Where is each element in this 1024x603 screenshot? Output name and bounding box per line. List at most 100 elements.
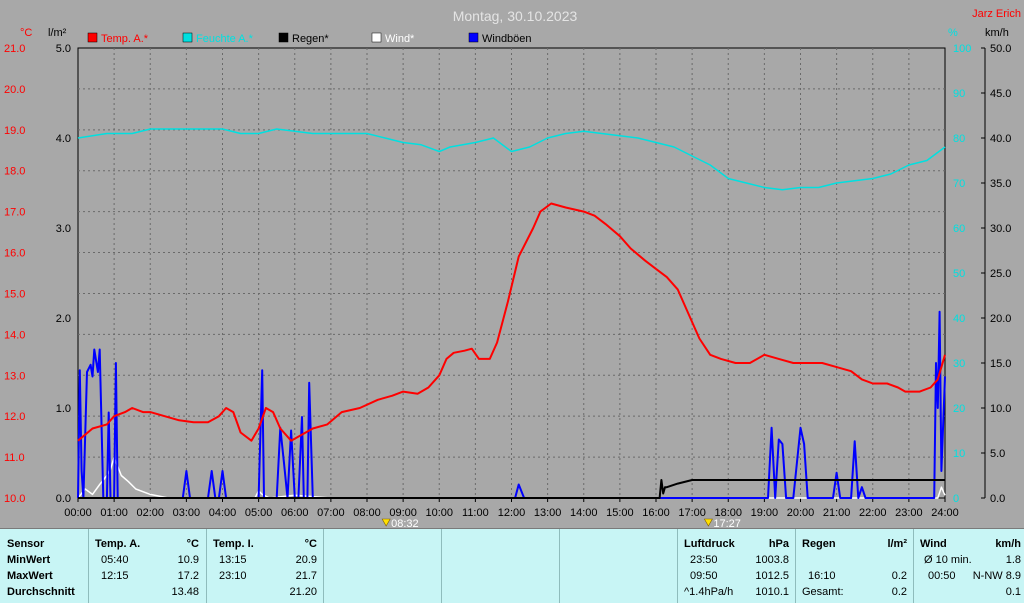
chart-title: Montag, 30.10.2023 xyxy=(453,8,578,24)
x-tick-label: 07:00 xyxy=(317,507,345,519)
wind-max-value: N-NW 8.9 xyxy=(972,570,1021,582)
temp-axis-label: 13.0 xyxy=(4,370,25,382)
x-tick-label: 24:00 xyxy=(931,507,959,519)
temp-axis-label: 10.0 xyxy=(4,493,25,505)
temp-axis-label: 18.0 xyxy=(4,166,25,178)
pressure-max-time: 09:50 xyxy=(690,570,718,582)
x-tick-label: 00:00 xyxy=(64,507,92,519)
table-divider xyxy=(559,529,560,603)
temp-axis-label: 19.0 xyxy=(4,125,25,137)
pressure-trend: ^1.4hPa/h xyxy=(684,586,734,598)
table-divider xyxy=(677,529,678,603)
pressure-unit: hPa xyxy=(768,538,789,550)
temp-axis-label: 14.0 xyxy=(4,329,25,341)
legend-swatch xyxy=(278,32,289,43)
humidity-axis-label: 100 xyxy=(953,43,971,55)
wind-axis-label: 30.0 xyxy=(990,223,1011,235)
humidity-axis-label: 10 xyxy=(953,448,965,460)
pressure-min-time: 23:50 xyxy=(690,554,718,566)
temp-i-max-time: 23:10 xyxy=(219,570,247,582)
rain-total-label: Gesamt: xyxy=(802,586,844,598)
rain-unit-label: l/m² xyxy=(48,27,67,39)
weather-chart: Montag, 30.10.2023 Jarz Erich 00:00 01:00… xyxy=(0,0,1024,528)
table-divider xyxy=(795,529,796,603)
legend-swatch xyxy=(371,32,382,43)
x-tick-label: 16:00 xyxy=(642,507,670,519)
wind-header: Wind xyxy=(920,538,947,550)
legend-swatch xyxy=(87,32,98,43)
humidity-axis-label: 30 xyxy=(953,358,965,370)
x-tick-label: 04:00 xyxy=(209,507,237,519)
wind-10min-label: Ø 10 min. xyxy=(924,554,972,566)
x-tick-label: 20:00 xyxy=(787,507,815,519)
brand-label: Jarz Erich xyxy=(972,8,1021,20)
wind-axis-label: 50.0 xyxy=(990,43,1011,55)
temp-a-avg-value: 13.48 xyxy=(171,586,199,598)
temp-axis-label: 17.0 xyxy=(4,207,25,219)
rain-header: Regen xyxy=(802,538,836,550)
pressure-max-value: 1012.5 xyxy=(755,570,789,582)
wind-axis-label: 45.0 xyxy=(990,88,1011,100)
x-tick-label: 11:00 xyxy=(462,507,489,519)
temp-a-header: Temp. A. xyxy=(95,538,141,550)
x-tick-label: 06:00 xyxy=(281,507,309,519)
x-tick-label: 22:00 xyxy=(859,507,887,519)
wind-axis-label: 0.0 xyxy=(990,493,1005,505)
rain-axis-label: 0.0 xyxy=(56,493,71,505)
row-label-min: MinWert xyxy=(7,554,51,566)
rain-axis-label: 2.0 xyxy=(56,313,71,325)
row-label-avg: Durchschnitt xyxy=(7,586,75,598)
humidity-axis-label: 70 xyxy=(953,178,965,190)
legend-label: Wind* xyxy=(385,33,415,45)
temp-a-min-value: 10.9 xyxy=(177,554,199,566)
statistics-table: Sensor MinWert MaxWert Durchschnitt Temp… xyxy=(0,528,1024,603)
table-divider xyxy=(206,529,207,603)
temp-i-header: Temp. I. xyxy=(213,538,254,550)
x-tick-label: 17:00 xyxy=(678,507,706,519)
temp-axis-label: 12.0 xyxy=(4,411,25,423)
temp-a-unit: °C xyxy=(186,538,199,550)
humidity-axis-label: 60 xyxy=(953,223,965,235)
pressure-header: Luftdruck xyxy=(684,538,735,550)
humidity-unit-label: % xyxy=(948,27,958,39)
humidity-axis-label: 90 xyxy=(953,88,965,100)
temp-i-min-time: 13:15 xyxy=(219,554,247,566)
rain-axis-label: 1.0 xyxy=(56,403,71,415)
humidity-axis-label: 20 xyxy=(953,403,965,415)
sun-marker-label: 17:27 xyxy=(713,518,741,528)
table-divider xyxy=(323,529,324,603)
x-tick-label: 23:00 xyxy=(895,507,923,519)
wind-axis-label: 35.0 xyxy=(990,178,1011,190)
legend-swatch xyxy=(468,32,479,43)
wind-axis-label: 5.0 xyxy=(990,448,1005,460)
rain-unit: l/m² xyxy=(887,538,907,550)
table-divider xyxy=(913,529,914,603)
x-tick-label: 10:00 xyxy=(425,507,453,519)
x-tick-label: 08:00 xyxy=(353,507,381,519)
temp-axis-label: 15.0 xyxy=(4,288,25,300)
temp-unit-label: °C xyxy=(20,27,32,39)
x-tick-label: 05:00 xyxy=(245,507,273,519)
legend-swatch xyxy=(182,32,193,43)
x-tick-label: 14:00 xyxy=(570,507,598,519)
legend-label: Feuchte A.* xyxy=(196,33,254,45)
wind-axis-label: 20.0 xyxy=(990,313,1011,325)
temp-i-min-value: 20.9 xyxy=(295,554,317,566)
rain-max-time: 16:10 xyxy=(808,570,836,582)
wind-unit: km/h xyxy=(995,538,1021,550)
row-label-max: MaxWert xyxy=(7,570,53,582)
x-tick-label: 03:00 xyxy=(173,507,201,519)
temp-axis-label: 20.0 xyxy=(4,84,25,96)
wind-10min-value: 1.8 xyxy=(1005,554,1021,566)
humidity-axis-label: 50 xyxy=(953,268,965,280)
x-tick-label: 02:00 xyxy=(136,507,164,519)
humidity-axis-label: 40 xyxy=(953,313,965,325)
wind-avg-value: 0.1 xyxy=(1005,586,1021,598)
rain-axis-label: 5.0 xyxy=(56,43,71,55)
table-divider xyxy=(88,529,89,603)
rain-axis-label: 3.0 xyxy=(56,223,71,235)
sensor-header: Sensor xyxy=(7,538,45,550)
temp-a-max-time: 12:15 xyxy=(101,570,129,582)
x-tick-label: 13:00 xyxy=(534,507,562,519)
pressure-min-value: 1003.8 xyxy=(755,554,789,566)
